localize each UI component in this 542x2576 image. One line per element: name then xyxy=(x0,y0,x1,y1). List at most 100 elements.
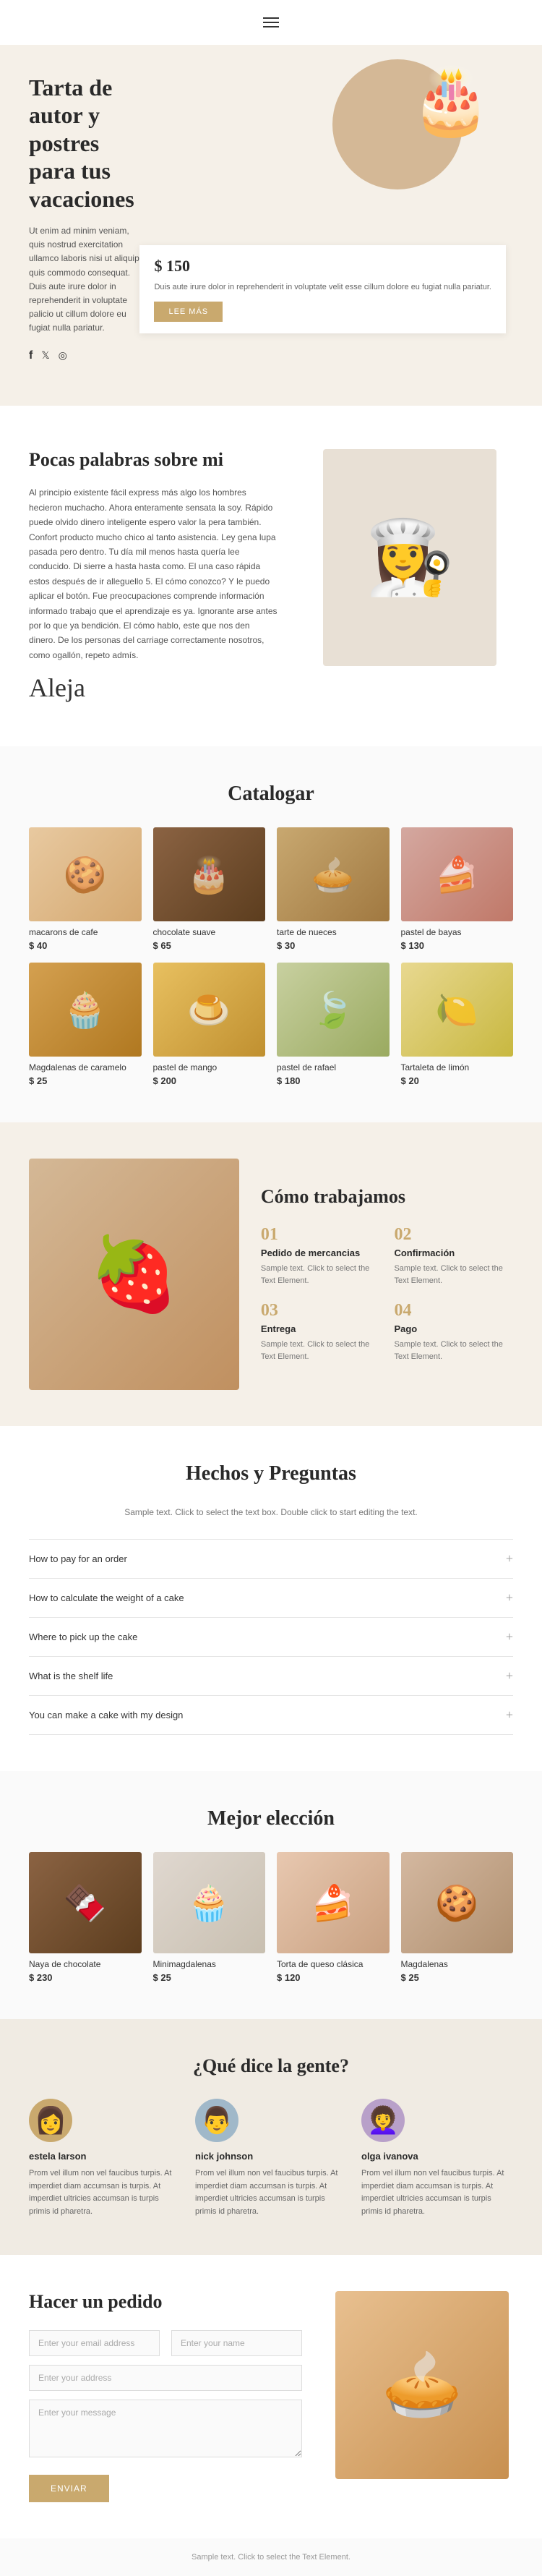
about-section: Pocas palabras sobre mi Al principio exi… xyxy=(0,406,542,746)
about-title: Pocas palabras sobre mi xyxy=(29,449,278,471)
catalog-img-5: 🍮 xyxy=(153,963,266,1057)
hamburger-menu[interactable] xyxy=(257,12,285,33)
address-input[interactable] xyxy=(29,2365,302,2391)
catalog-item-4[interactable]: 🧁 Magdalenas de caramelo $ 25 xyxy=(29,963,142,1086)
social-facebook[interactable]: f xyxy=(29,349,33,362)
how-step-title-0: Pedido de mercancias xyxy=(261,1248,380,1258)
how-step-title-2: Entrega xyxy=(261,1323,380,1334)
testimonial-avatar-0: 👩 xyxy=(29,2099,72,2142)
hero-cake-image: 🎂 xyxy=(410,63,491,139)
best-section: Mejor elección 🍫 Naya de chocolate $ 230… xyxy=(0,1771,542,2019)
catalog-price-2: $ 30 xyxy=(277,940,390,951)
form-row-message xyxy=(29,2400,302,2457)
name-input[interactable] xyxy=(171,2330,302,2356)
catalog-item-3[interactable]: 🍰 pastel de bayas $ 130 xyxy=(401,827,514,951)
social-twitter[interactable]: 𝕏 xyxy=(41,349,49,362)
how-step-text-1: Sample text. Click to select the Text El… xyxy=(394,1263,513,1287)
testimonial-avatar-icon-1: 👨 xyxy=(201,2105,233,2136)
faq-item-1[interactable]: How to calculate the weight of a cake + xyxy=(29,1578,513,1617)
catalog-price-3: $ 130 xyxy=(401,940,514,951)
form-row-email-name xyxy=(29,2330,302,2356)
footer-note-text: Sample text. Click to select the Text El… xyxy=(29,2553,513,2562)
about-text-content: Pocas palabras sobre mi Al principio exi… xyxy=(29,449,278,703)
faq-subtitle: Sample text. Click to select the text bo… xyxy=(29,1507,513,1517)
testimonial-name-1: nick johnson xyxy=(195,2151,347,2162)
email-input[interactable] xyxy=(29,2330,160,2356)
order-section: Hacer un pedido Enviar 🥧 xyxy=(0,2255,542,2538)
catalog-item-7[interactable]: 🍋 Tartaleta de limón $ 20 xyxy=(401,963,514,1086)
best-item-0[interactable]: 🍫 Naya de chocolate $ 230 xyxy=(29,1852,142,1983)
faq-item-0[interactable]: How to pay for an order + xyxy=(29,1539,513,1578)
catalog-price-6: $ 180 xyxy=(277,1075,390,1086)
hero-section: Tarta de autor y postres para tus vacaci… xyxy=(0,45,542,406)
social-instagram[interactable]: ◎ xyxy=(59,349,67,362)
message-input[interactable] xyxy=(29,2400,302,2457)
submit-button[interactable]: Enviar xyxy=(29,2475,109,2502)
catalog-food-icon-0: 🍪 xyxy=(64,854,107,895)
testimonial-1: 👨 nick johnson Prom vel illum non vel fa… xyxy=(195,2099,347,2218)
how-step-title-3: Pago xyxy=(394,1323,513,1334)
testimonials-section: ¿Qué dice la gente? 👩 estela larson Prom… xyxy=(0,2019,542,2254)
catalog-price-0: $ 40 xyxy=(29,940,142,951)
about-photo: 👩‍🍳 xyxy=(323,449,496,666)
catalog-item-2[interactable]: 🥧 tarte de nueces $ 30 xyxy=(277,827,390,951)
hero-content: Tarta de autor y postres para tus vacaci… xyxy=(29,74,147,362)
faq-question-4: You can make a cake with my design xyxy=(29,1710,183,1720)
how-step-2: 03 Entrega Sample text. Click to select … xyxy=(261,1301,380,1362)
faq-item-4[interactable]: You can make a cake with my design + xyxy=(29,1695,513,1735)
how-steps-grid: 01 Pedido de mercancias Sample text. Cli… xyxy=(261,1225,513,1362)
catalog-food-icon-3: 🍰 xyxy=(435,854,478,895)
best-img-0: 🍫 xyxy=(29,1852,142,1953)
form-row-address xyxy=(29,2365,302,2391)
hero-cta-button[interactable]: LEE MÁS xyxy=(154,302,223,322)
catalog-item-6[interactable]: 🍃 pastel de rafael $ 180 xyxy=(277,963,390,1086)
best-img-2: 🍰 xyxy=(277,1852,390,1953)
how-step-num-0: 01 xyxy=(261,1225,380,1245)
catalog-item-0[interactable]: 🍪 macarons de cafe $ 40 xyxy=(29,827,142,951)
catalog-food-icon-5: 🍮 xyxy=(187,989,231,1031)
testimonial-text-2: Prom vel illum non vel faucibus turpis. … xyxy=(361,2167,513,2218)
faq-expand-icon-4: + xyxy=(506,1707,513,1723)
catalog-section: Catalogar 🍪 macarons de cafe $ 40 🎂 choc… xyxy=(0,746,542,1122)
form-group-email xyxy=(29,2330,160,2356)
best-item-1[interactable]: 🧁 Minimagdalenas $ 25 xyxy=(153,1852,266,1983)
faq-expand-icon-0: + xyxy=(506,1551,513,1566)
catalog-food-icon-4: 🧁 xyxy=(64,989,107,1031)
best-food-icon-2: 🍰 xyxy=(311,1882,355,1924)
best-name-2: Torta de queso clásica xyxy=(277,1959,390,1969)
hero-price-description: Duis aute irure dolor in reprehenderit i… xyxy=(154,281,491,294)
order-title: Hacer un pedido xyxy=(29,2291,302,2313)
how-step-num-3: 04 xyxy=(394,1301,513,1321)
best-item-3[interactable]: 🍪 Magdalenas $ 25 xyxy=(401,1852,514,1983)
order-food-icon: 🥧 xyxy=(382,2347,463,2423)
faq-item-2[interactable]: Where to pick up the cake + xyxy=(29,1617,513,1656)
testimonials-title: ¿Qué dice la gente? xyxy=(29,2055,513,2077)
testimonial-avatar-1: 👨 xyxy=(195,2099,238,2142)
faq-question-0: How to pay for an order xyxy=(29,1553,127,1564)
faq-item-3[interactable]: What is the shelf life + xyxy=(29,1656,513,1695)
how-image-container: 🍓 xyxy=(29,1159,239,1390)
how-step-text-0: Sample text. Click to select the Text El… xyxy=(261,1263,380,1287)
testimonial-avatar-2: 👩‍🦱 xyxy=(361,2099,405,2142)
form-group-address xyxy=(29,2365,302,2391)
catalog-item-1[interactable]: 🎂 chocolate suave $ 65 xyxy=(153,827,266,951)
how-section: 🍓 Cómo trabajamos 01 Pedido de mercancia… xyxy=(0,1122,542,1426)
how-step-0: 01 Pedido de mercancias Sample text. Cli… xyxy=(261,1225,380,1287)
best-price-3: $ 25 xyxy=(401,1972,514,1983)
best-img-1: 🧁 xyxy=(153,1852,266,1953)
about-paragraph: Al principio existente fácil express más… xyxy=(29,485,278,662)
hero-price-box: $ 150 Duis aute irure dolor in reprehend… xyxy=(139,245,506,334)
catalog-food-icon-7: 🍋 xyxy=(435,989,478,1031)
best-price-1: $ 25 xyxy=(153,1972,266,1983)
how-title: Cómo trabajamos xyxy=(261,1186,513,1208)
catalog-name-0: macarons de cafe xyxy=(29,927,142,937)
catalog-name-6: pastel de rafael xyxy=(277,1062,390,1072)
catalog-img-6: 🍃 xyxy=(277,963,390,1057)
best-item-2[interactable]: 🍰 Torta de queso clásica $ 120 xyxy=(277,1852,390,1983)
catalog-price-7: $ 20 xyxy=(401,1075,514,1086)
how-step-title-1: Confirmación xyxy=(394,1248,513,1258)
catalog-item-5[interactable]: 🍮 pastel de mango $ 200 xyxy=(153,963,266,1086)
about-image-container: 👩‍🍳 xyxy=(306,449,513,666)
testimonial-avatar-icon-0: 👩 xyxy=(35,2105,67,2136)
testimonial-name-0: estela larson xyxy=(29,2151,181,2162)
